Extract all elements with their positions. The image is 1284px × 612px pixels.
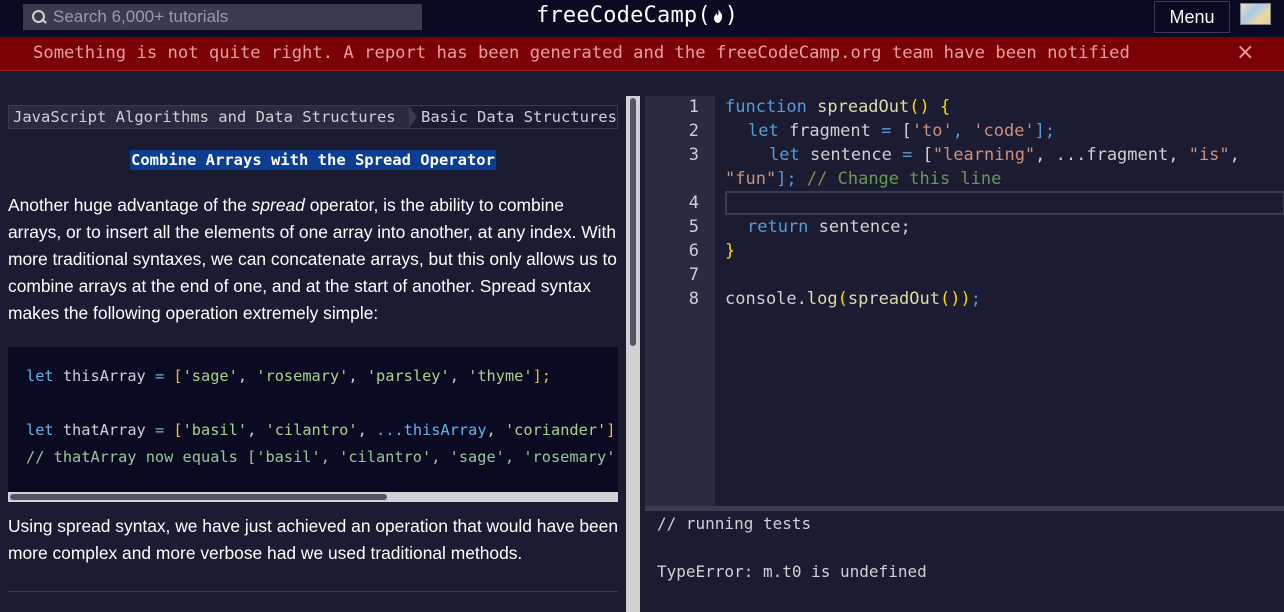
code-editor[interactable]: 1 2 3 4 5 6 7 8 function spreadOut() { l…	[645, 96, 1284, 506]
top-nav: freeCodeCamp( ) Menu	[0, 0, 1284, 37]
editor-line[interactable]: console.log(spreadOut());	[725, 289, 981, 309]
breadcrumb-separator	[409, 106, 417, 128]
search-bar[interactable]	[23, 4, 422, 30]
desc-emphasis: spread	[251, 195, 305, 215]
error-banner: Something is not quite right. A report h…	[0, 37, 1284, 71]
code-comment: // thatArray now equals ['basil', 'cilan…	[26, 448, 618, 466]
challenge-title-text: Combine Arrays with the Spread Operator	[130, 150, 496, 170]
line-number: 5	[688, 217, 699, 237]
current-line-highlight	[725, 191, 1284, 215]
code-horizontal-scrollbar[interactable]	[8, 492, 618, 502]
editor-line[interactable]: "fun"]; // Change this line	[725, 169, 1001, 189]
challenge-description: Another huge advantage of the spread ope…	[8, 192, 620, 327]
breadcrumb: JavaScript Algorithms and Data Structure…	[8, 105, 618, 129]
menu-button[interactable]: Menu	[1154, 1, 1230, 33]
freecodecamp-logo[interactable]: freeCodeCamp( )	[536, 3, 738, 28]
line-number: 2	[688, 121, 699, 141]
challenge-title: Combine Arrays with the Spread Operator	[0, 150, 626, 170]
scrollbar-thumb[interactable]	[10, 494, 387, 500]
editor-line[interactable]: function spreadOut() {	[725, 97, 950, 117]
line-number: 8	[688, 289, 699, 309]
flame-icon	[713, 8, 722, 23]
line-number: 6	[688, 241, 699, 261]
code-line: let thisArray = ['sage', 'rosemary', 'pa…	[26, 367, 552, 385]
logo-text-end: )	[724, 3, 739, 28]
line-number: 4	[688, 193, 699, 213]
code-line: let thatArray = ['basil', 'cilantro', ..…	[26, 421, 618, 439]
search-input[interactable]	[53, 7, 422, 27]
avatar[interactable]	[1240, 3, 1271, 25]
line-number: 7	[688, 265, 699, 285]
console-output: // running tests TypeError: m.t0 is unde…	[645, 511, 1284, 612]
console-error-line: TypeError: m.t0 is undefined	[657, 562, 927, 581]
line-number: 3	[688, 145, 699, 165]
console-line: // running tests	[657, 514, 812, 533]
scrollbar-thumb[interactable]	[630, 98, 636, 346]
error-message: Something is not quite right. A report h…	[33, 43, 1130, 63]
line-number: 1	[688, 97, 699, 117]
instructions-vertical-scrollbar[interactable]	[626, 96, 640, 612]
divider	[8, 591, 618, 592]
search-icon	[31, 9, 47, 25]
close-icon[interactable]: ×	[1236, 42, 1254, 64]
example-code-block: let thisArray = ['sage', 'rosemary', 'pa…	[8, 347, 618, 492]
desc-text: Another huge advantage of the	[8, 195, 252, 215]
editor-line[interactable]: return sentence;	[747, 217, 911, 237]
logo-text: freeCodeCamp(	[536, 3, 711, 28]
breadcrumb-block[interactable]: Basic Data Structures	[417, 106, 617, 128]
challenge-description-2: Using spread syntax, we have just achiev…	[8, 516, 619, 563]
editor-line[interactable]: }	[725, 241, 735, 261]
breadcrumb-superblock[interactable]: JavaScript Algorithms and Data Structure…	[9, 106, 409, 128]
line-number-gutter: 1 2 3 4 5 6 7 8	[645, 96, 715, 506]
instructions-pane: JavaScript Algorithms and Data Structure…	[0, 71, 626, 612]
editor-line[interactable]: let sentence = ["learning", ...fragment,…	[769, 145, 1240, 165]
editor-line[interactable]: let fragment = ['to', 'code'];	[748, 121, 1055, 141]
